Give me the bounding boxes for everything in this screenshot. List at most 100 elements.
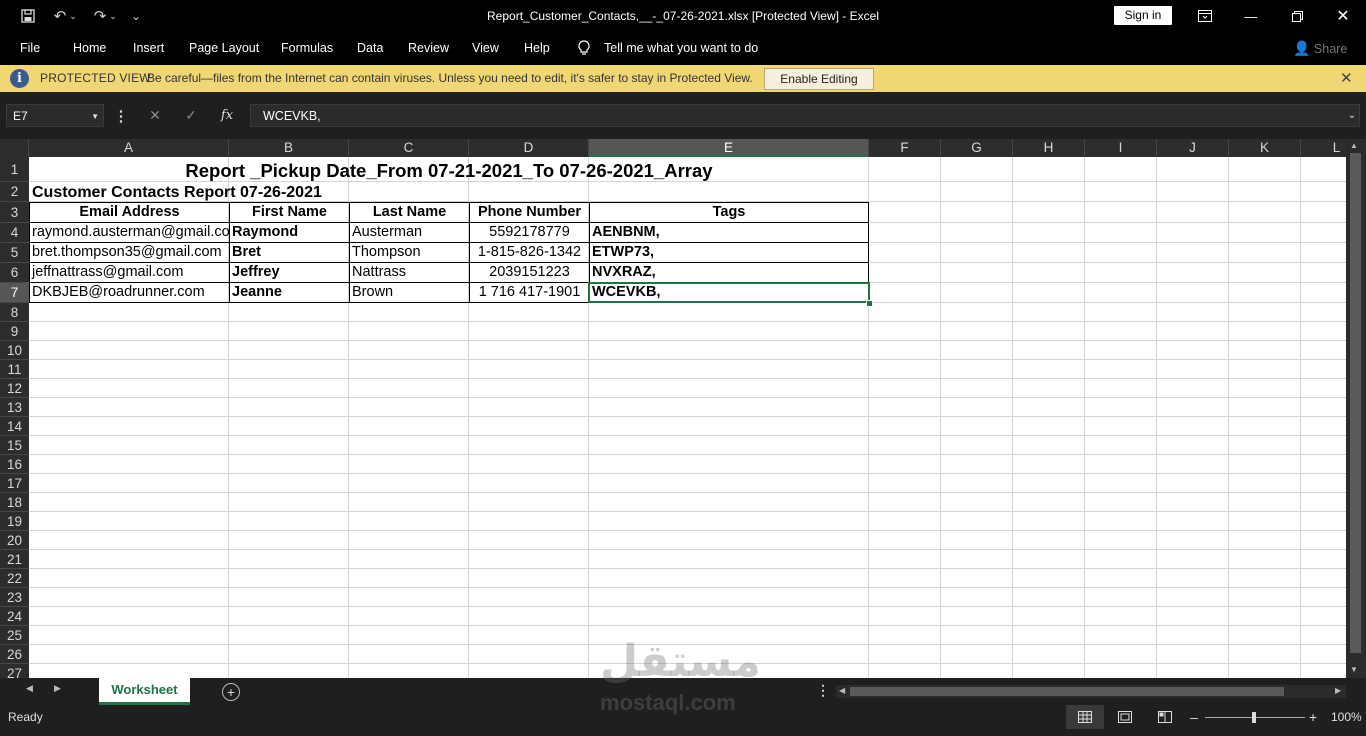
row-header-1[interactable]: 1 [0, 157, 29, 182]
cell-first-name[interactable]: Bret [229, 242, 350, 263]
restore-icon[interactable] [1274, 0, 1320, 32]
tab-formulas[interactable]: Formulas [281, 32, 333, 65]
row-header-27[interactable]: 27 [0, 664, 29, 678]
zoom-level[interactable]: 100% [1331, 705, 1362, 730]
row-header-7[interactable]: 7 [0, 283, 29, 303]
tab-data[interactable]: Data [357, 32, 383, 65]
cell-email[interactable]: jeffnattrass@gmail.com [29, 262, 230, 283]
column-header-l[interactable]: L [1301, 139, 1346, 157]
cell-phone[interactable]: 2039151223 [469, 262, 590, 283]
tab-split-handle-icon[interactable]: ⋮ [816, 682, 830, 699]
row-header-9[interactable]: 9 [0, 322, 29, 341]
cell-phone[interactable]: 1 716 417-1901 [469, 282, 590, 303]
chevron-down-icon[interactable]: ▼ [91, 105, 99, 128]
row-header-11[interactable]: 11 [0, 360, 29, 379]
row-header-13[interactable]: 13 [0, 398, 29, 417]
ribbon-display-options-icon[interactable] [1182, 0, 1228, 32]
row-header-23[interactable]: 23 [0, 588, 29, 607]
page-break-preview-icon[interactable] [1158, 711, 1172, 723]
cell-last-name[interactable]: Nattrass [349, 262, 470, 283]
row-header-12[interactable]: 12 [0, 379, 29, 398]
header-tags[interactable]: Tags [589, 202, 869, 223]
cell-phone[interactable]: 5592178779 [469, 222, 590, 243]
cell-tags[interactable]: AENBNM, [589, 222, 869, 243]
cell-email[interactable]: raymond.austerman@gmail.com [29, 222, 230, 243]
row-header-10[interactable]: 10 [0, 341, 29, 360]
header-first-name[interactable]: First Name [229, 202, 350, 223]
expand-formula-bar-icon[interactable]: ⌄ [1344, 104, 1360, 127]
normal-view-icon[interactable] [1066, 705, 1104, 729]
close-icon[interactable]: ✕ [1320, 0, 1366, 32]
scroll-down-icon[interactable]: ▼ [1350, 665, 1358, 674]
tab-view[interactable]: View [472, 32, 499, 65]
row-header-15[interactable]: 15 [0, 436, 29, 455]
insert-function-button[interactable]: fx [212, 104, 242, 127]
row-header-3[interactable]: 3 [0, 202, 29, 223]
horizontal-scroll-thumb[interactable] [850, 687, 1284, 696]
row-header-24[interactable]: 24 [0, 607, 29, 626]
more-options-icon[interactable]: ⋮ [114, 104, 129, 127]
column-header-j[interactable]: J [1157, 139, 1229, 157]
add-sheet-icon[interactable]: + [222, 683, 240, 701]
row-header-8[interactable]: 8 [0, 303, 29, 322]
cell-tags[interactable]: NVXRAZ, [589, 262, 869, 283]
header-phone[interactable]: Phone Number [469, 202, 590, 223]
redo-dropdown-icon[interactable]: ⌄ [106, 0, 120, 32]
tab-help[interactable]: Help [524, 32, 550, 65]
column-header-a[interactable]: A [29, 139, 229, 157]
prev-sheet-icon[interactable]: ◀ [26, 683, 33, 694]
row-header-19[interactable]: 19 [0, 512, 29, 531]
zoom-in-icon[interactable]: + [1309, 709, 1317, 725]
close-bar-icon[interactable]: ✕ [1340, 65, 1353, 92]
enable-editing-button[interactable]: Enable Editing [764, 68, 874, 90]
row-header-21[interactable]: 21 [0, 550, 29, 569]
worksheet-grid[interactable]: A B C D E F G H I J K L 1 2 3 4 5 6 7 8 9 10 11 12 1… [0, 139, 1346, 678]
row-header-26[interactable]: 26 [0, 645, 29, 664]
scroll-left-icon[interactable]: ◀ [839, 686, 845, 695]
sheet-tab-worksheet[interactable]: Worksheet [99, 678, 190, 705]
column-header-e[interactable]: E [589, 139, 869, 157]
column-header-d[interactable]: D [469, 139, 589, 157]
tab-insert[interactable]: Insert [133, 32, 164, 65]
sign-in-button[interactable]: Sign in [1114, 6, 1172, 25]
cell-last-name[interactable]: Austerman [349, 222, 470, 243]
row-header-2[interactable]: 2 [0, 182, 29, 202]
header-email[interactable]: Email Address [29, 202, 230, 223]
next-sheet-icon[interactable]: ▶ [54, 683, 61, 694]
column-header-h[interactable]: H [1013, 139, 1085, 157]
cell-last-name[interactable]: Thompson [349, 242, 470, 263]
row-header-20[interactable]: 20 [0, 531, 29, 550]
column-header-g[interactable]: G [941, 139, 1013, 157]
undo-dropdown-icon[interactable]: ⌄ [66, 0, 80, 32]
row-header-14[interactable]: 14 [0, 417, 29, 436]
enter-icon[interactable]: ✓ [176, 104, 206, 127]
column-header-b[interactable]: B [229, 139, 349, 157]
cancel-icon[interactable]: ✕ [140, 104, 170, 127]
scroll-right-icon[interactable]: ▶ [1335, 686, 1341, 695]
scroll-up-icon[interactable]: ▲ [1350, 141, 1358, 150]
tab-review[interactable]: Review [408, 32, 449, 65]
column-header-f[interactable]: F [869, 139, 941, 157]
subtitle-cell[interactable]: Customer Contacts Report 07-26-2021 [30, 183, 430, 202]
column-header-i[interactable]: I [1085, 139, 1157, 157]
tell-me-search[interactable]: Tell me what you want to do [604, 32, 758, 65]
tab-file[interactable]: File [20, 32, 40, 65]
formula-input[interactable]: WCEVKB, [250, 104, 1360, 127]
tab-home[interactable]: Home [73, 32, 106, 65]
row-header-22[interactable]: 22 [0, 569, 29, 588]
row-header-5[interactable]: 5 [0, 243, 29, 263]
cell-first-name[interactable]: Jeanne [229, 282, 350, 303]
select-all-corner[interactable] [0, 139, 29, 157]
cell-email[interactable]: DKBJEB@roadrunner.com [29, 282, 230, 303]
vertical-scroll-thumb[interactable] [1350, 153, 1361, 653]
row-header-17[interactable]: 17 [0, 474, 29, 493]
cell-tags[interactable]: ETWP73, [589, 242, 869, 263]
vertical-scrollbar[interactable]: ▲ ▼ [1346, 139, 1366, 678]
cell-phone[interactable]: 1-815-826-1342 [469, 242, 590, 263]
report-title-cell[interactable]: Report _Pickup Date_From 07-21-2021_To 0… [29, 160, 869, 182]
zoom-slider-thumb[interactable] [1252, 712, 1256, 723]
row-header-25[interactable]: 25 [0, 626, 29, 645]
column-header-c[interactable]: C [349, 139, 469, 157]
name-box[interactable]: E7 ▼ [6, 104, 104, 127]
row-header-18[interactable]: 18 [0, 493, 29, 512]
